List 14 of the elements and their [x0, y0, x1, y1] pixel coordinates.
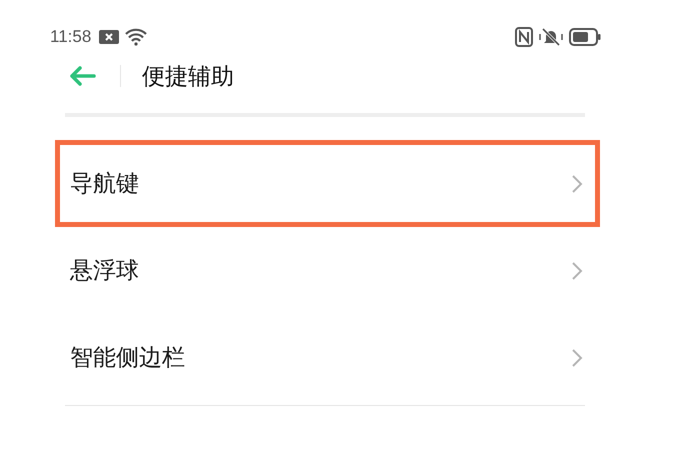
mute-bell-icon — [539, 27, 563, 47]
notification-icon — [99, 29, 120, 45]
wifi-icon — [125, 28, 148, 46]
nfc-icon — [515, 27, 533, 47]
chevron-icon — [571, 260, 583, 280]
menu-item[interactable]: 悬浮球 — [70, 255, 571, 286]
status-time: 11:58 — [50, 27, 92, 47]
back-button[interactable] — [68, 65, 96, 87]
chevron-icon — [571, 348, 583, 368]
chevron-icon — [571, 174, 583, 194]
menu-item[interactable]: 导航键 — [70, 168, 571, 199]
menu-item[interactable]: 智能侧边栏 — [70, 342, 571, 373]
battery-icon — [569, 28, 601, 46]
page-title: 便捷辅助 — [142, 62, 234, 92]
